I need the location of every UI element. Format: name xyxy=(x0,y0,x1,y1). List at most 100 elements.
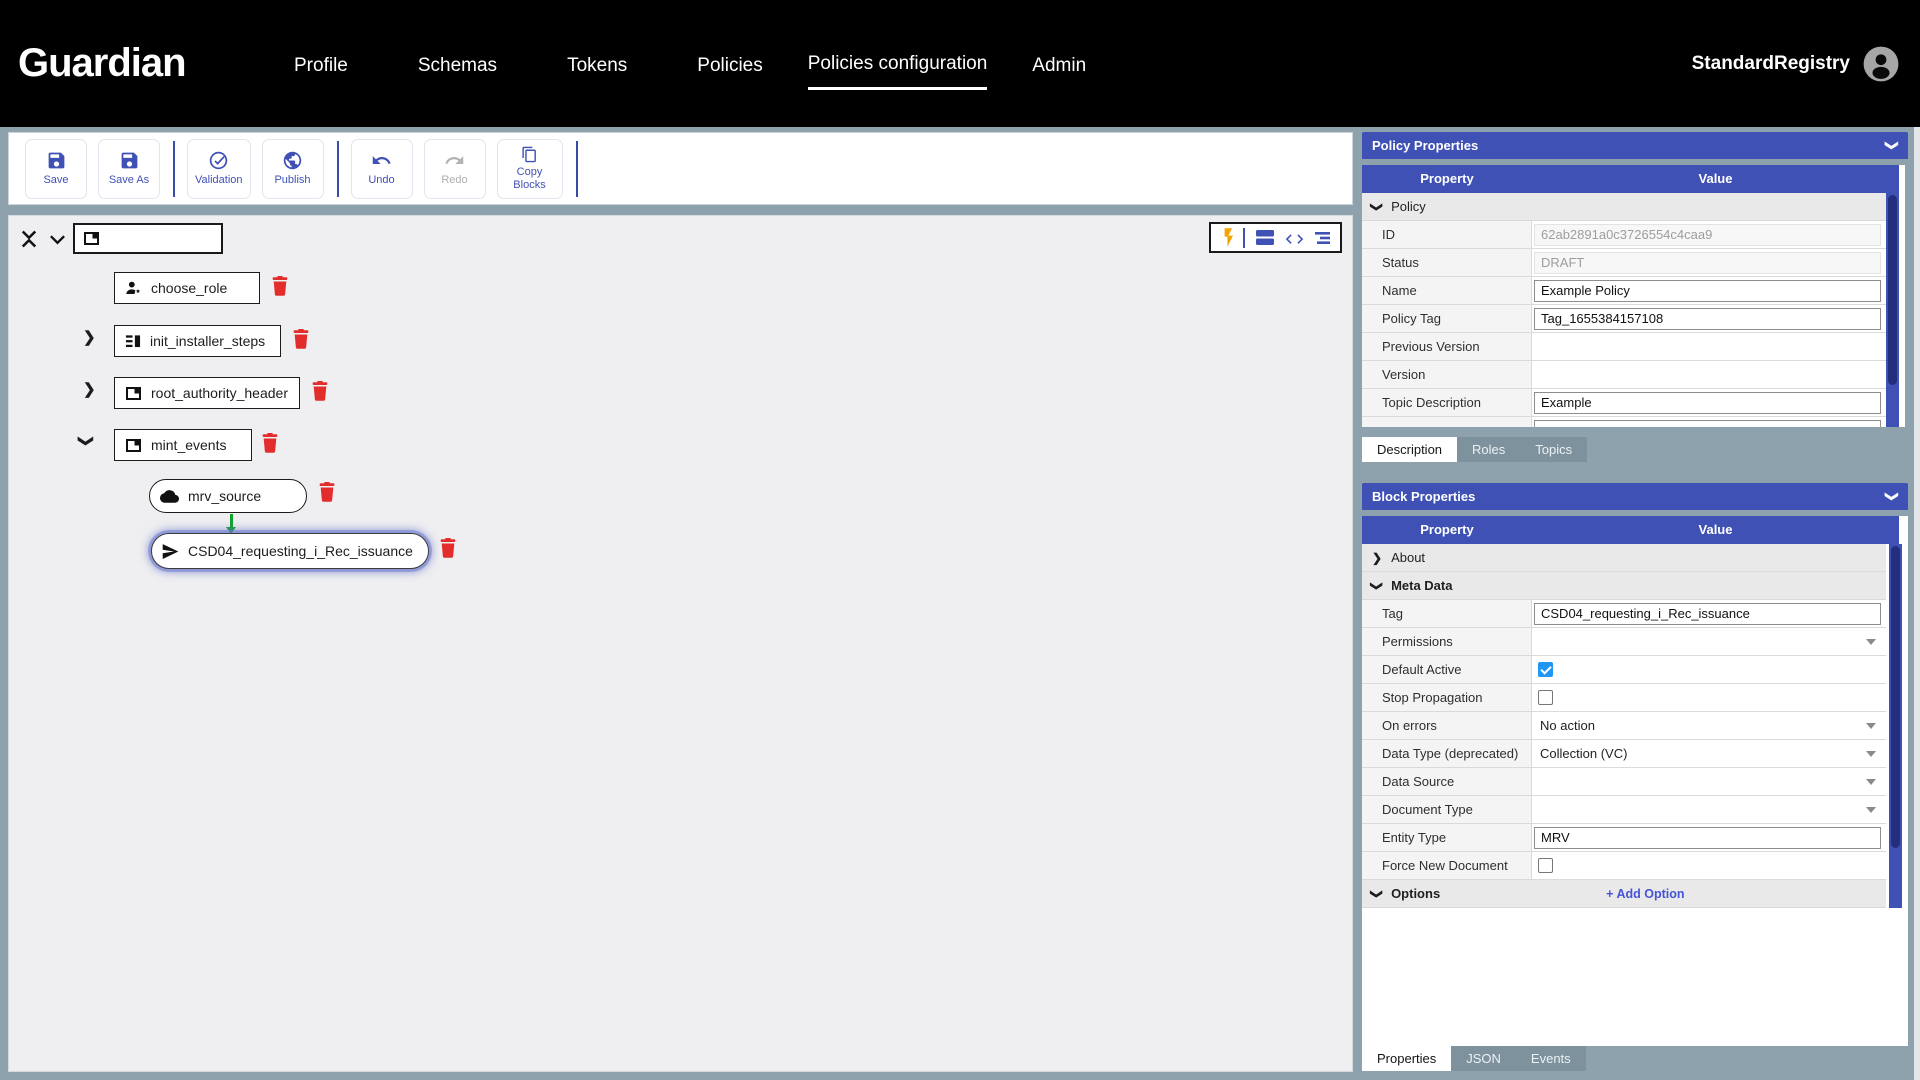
block-properties-header[interactable]: Block Properties xyxy=(1362,483,1908,510)
block-mrv-source[interactable]: mrv_source xyxy=(149,479,307,513)
nav-profile[interactable]: Profile xyxy=(294,39,348,89)
policy-properties-table: Property Value Policy ID 62ab2891a0c3726… xyxy=(1362,165,1905,427)
scrollbar-thumb[interactable] xyxy=(1888,195,1897,385)
table-row: Previous Version xyxy=(1362,333,1886,361)
page-scrollbar[interactable] xyxy=(1914,127,1920,1080)
publish-button[interactable]: Publish xyxy=(261,138,324,199)
policy-toolbar: Save Save As Validation Publish Undo Red… xyxy=(8,132,1353,205)
copy-blocks-button[interactable]: Copy Blocks xyxy=(496,138,563,199)
lightning-icon[interactable] xyxy=(1220,228,1233,247)
policy-tag-input[interactable] xyxy=(1534,307,1881,330)
force-new-document-checkbox[interactable] xyxy=(1538,858,1553,873)
nav-schemas[interactable]: Schemas xyxy=(418,39,497,89)
group-row-about[interactable]: About xyxy=(1362,544,1886,572)
tab-properties[interactable]: Properties xyxy=(1362,1046,1452,1071)
container-icon xyxy=(84,232,99,245)
redo-icon xyxy=(445,156,464,165)
delete-block-icon[interactable] xyxy=(272,276,288,296)
chevron-down-icon[interactable] xyxy=(49,234,66,246)
policy-name-input[interactable] xyxy=(1534,279,1881,302)
block-mint-events[interactable]: mint_events xyxy=(114,429,252,461)
collapse-chevron xyxy=(1372,579,1382,593)
topic-description-input[interactable] xyxy=(1534,391,1881,414)
policy-tree-canvas: choose_role init_installer_steps xyxy=(8,215,1353,1072)
table-row: Document Type xyxy=(1362,796,1886,824)
table-row: Version xyxy=(1362,361,1886,389)
scrollbar-track[interactable] xyxy=(1889,544,1902,908)
table-row: Data Type (deprecated) Collection (VC) xyxy=(1362,740,1886,768)
save-icon xyxy=(48,153,64,169)
app-header: Guardian Profile Schemas Tokens Policies… xyxy=(0,0,1920,127)
table-row: Data Source xyxy=(1362,768,1886,796)
group-row-policy[interactable]: Policy xyxy=(1362,193,1886,221)
view-separator xyxy=(1243,227,1245,248)
role-icon xyxy=(126,281,141,294)
table-body: About Meta Data Tag Permissions xyxy=(1362,544,1886,908)
redo-button[interactable]: Redo xyxy=(423,138,486,199)
expand-chevron xyxy=(1372,551,1382,565)
block-tag: choose_role xyxy=(151,280,228,296)
save-button[interactable]: Save xyxy=(25,138,87,199)
document-type-dropdown[interactable] xyxy=(1534,797,1881,823)
caret-down-icon xyxy=(1866,722,1876,729)
group-row-meta-data[interactable]: Meta Data xyxy=(1362,572,1886,600)
block-tag-input[interactable] xyxy=(1534,602,1881,625)
root-container-box[interactable] xyxy=(73,223,223,254)
blocks-view-icon[interactable] xyxy=(1255,229,1275,246)
add-option-button[interactable]: + Add Option xyxy=(1606,887,1684,901)
data-source-dropdown[interactable] xyxy=(1534,769,1881,795)
caret-down-icon xyxy=(1866,750,1876,757)
save-as-button[interactable]: Save As xyxy=(98,138,160,199)
delete-block-icon[interactable] xyxy=(293,329,309,349)
nav-admin[interactable]: Admin xyxy=(1032,39,1086,89)
default-active-checkbox[interactable] xyxy=(1538,662,1553,677)
validation-button[interactable]: Validation xyxy=(187,138,251,199)
validation-icon xyxy=(210,152,228,170)
delete-block-icon[interactable] xyxy=(262,433,278,453)
code-view-icon[interactable] xyxy=(1285,230,1304,245)
undo-button[interactable]: Undo xyxy=(350,138,413,199)
user-avatar-icon[interactable] xyxy=(1862,45,1900,83)
tab-json[interactable]: JSON xyxy=(1451,1046,1516,1071)
stop-propagation-checkbox[interactable] xyxy=(1538,690,1553,705)
collapse-chevron xyxy=(1372,200,1382,214)
tab-roles[interactable]: Roles xyxy=(1457,437,1521,462)
block-tag: CSD04_requesting_i_Rec_issuance xyxy=(188,543,413,559)
nav-policies[interactable]: Policies xyxy=(697,39,762,89)
on-errors-dropdown[interactable]: No action xyxy=(1534,713,1881,739)
permissions-dropdown[interactable] xyxy=(1534,629,1881,655)
container-icon xyxy=(126,386,141,400)
table-row: On errors No action xyxy=(1362,712,1886,740)
scrollbar-thumb[interactable] xyxy=(1891,546,1900,848)
policy-tabs: Description Roles Topics xyxy=(1362,437,1908,462)
collapse-all-icon[interactable] xyxy=(19,229,39,249)
tab-description[interactable]: Description xyxy=(1362,437,1458,462)
tab-topics[interactable]: Topics xyxy=(1520,437,1588,462)
expand-chevron[interactable] xyxy=(83,380,96,398)
tree-view-icon[interactable] xyxy=(1314,231,1331,245)
policy-properties-header[interactable]: Policy Properties xyxy=(1362,132,1908,159)
delete-block-icon[interactable] xyxy=(440,538,456,558)
tab-events[interactable]: Events xyxy=(1515,1046,1586,1071)
user-area: StandardRegistry xyxy=(1692,45,1900,83)
expand-chevron[interactable] xyxy=(83,328,96,346)
entity-type-input[interactable] xyxy=(1534,826,1881,849)
block-choose-role[interactable]: choose_role xyxy=(114,272,260,304)
table-row xyxy=(1362,417,1886,427)
nav-tokens[interactable]: Tokens xyxy=(567,39,627,89)
scrollbar-track[interactable] xyxy=(1886,193,1899,427)
group-row-options[interactable]: Options + Add Option xyxy=(1362,880,1886,908)
block-root-authority-header[interactable]: root_authority_header xyxy=(114,377,300,409)
block-csd04-requesting[interactable]: CSD04_requesting_i_Rec_issuance xyxy=(151,533,429,569)
block-init-installer-steps[interactable]: init_installer_steps xyxy=(114,325,281,357)
data-type-dropdown[interactable]: Collection (VC) xyxy=(1534,741,1881,767)
delete-block-icon[interactable] xyxy=(319,482,335,502)
table-row: Tag xyxy=(1362,600,1886,628)
collapse-chevron[interactable] xyxy=(80,432,93,450)
table-row: Stop Propagation xyxy=(1362,684,1886,712)
main-area: Save Save As Validation Publish Undo Red… xyxy=(0,127,1920,1080)
clipped-input[interactable] xyxy=(1534,419,1881,427)
nav-policies-configuration[interactable]: Policies configuration xyxy=(807,37,988,90)
delete-block-icon[interactable] xyxy=(312,381,328,401)
table-row: Force New Document xyxy=(1362,852,1886,880)
